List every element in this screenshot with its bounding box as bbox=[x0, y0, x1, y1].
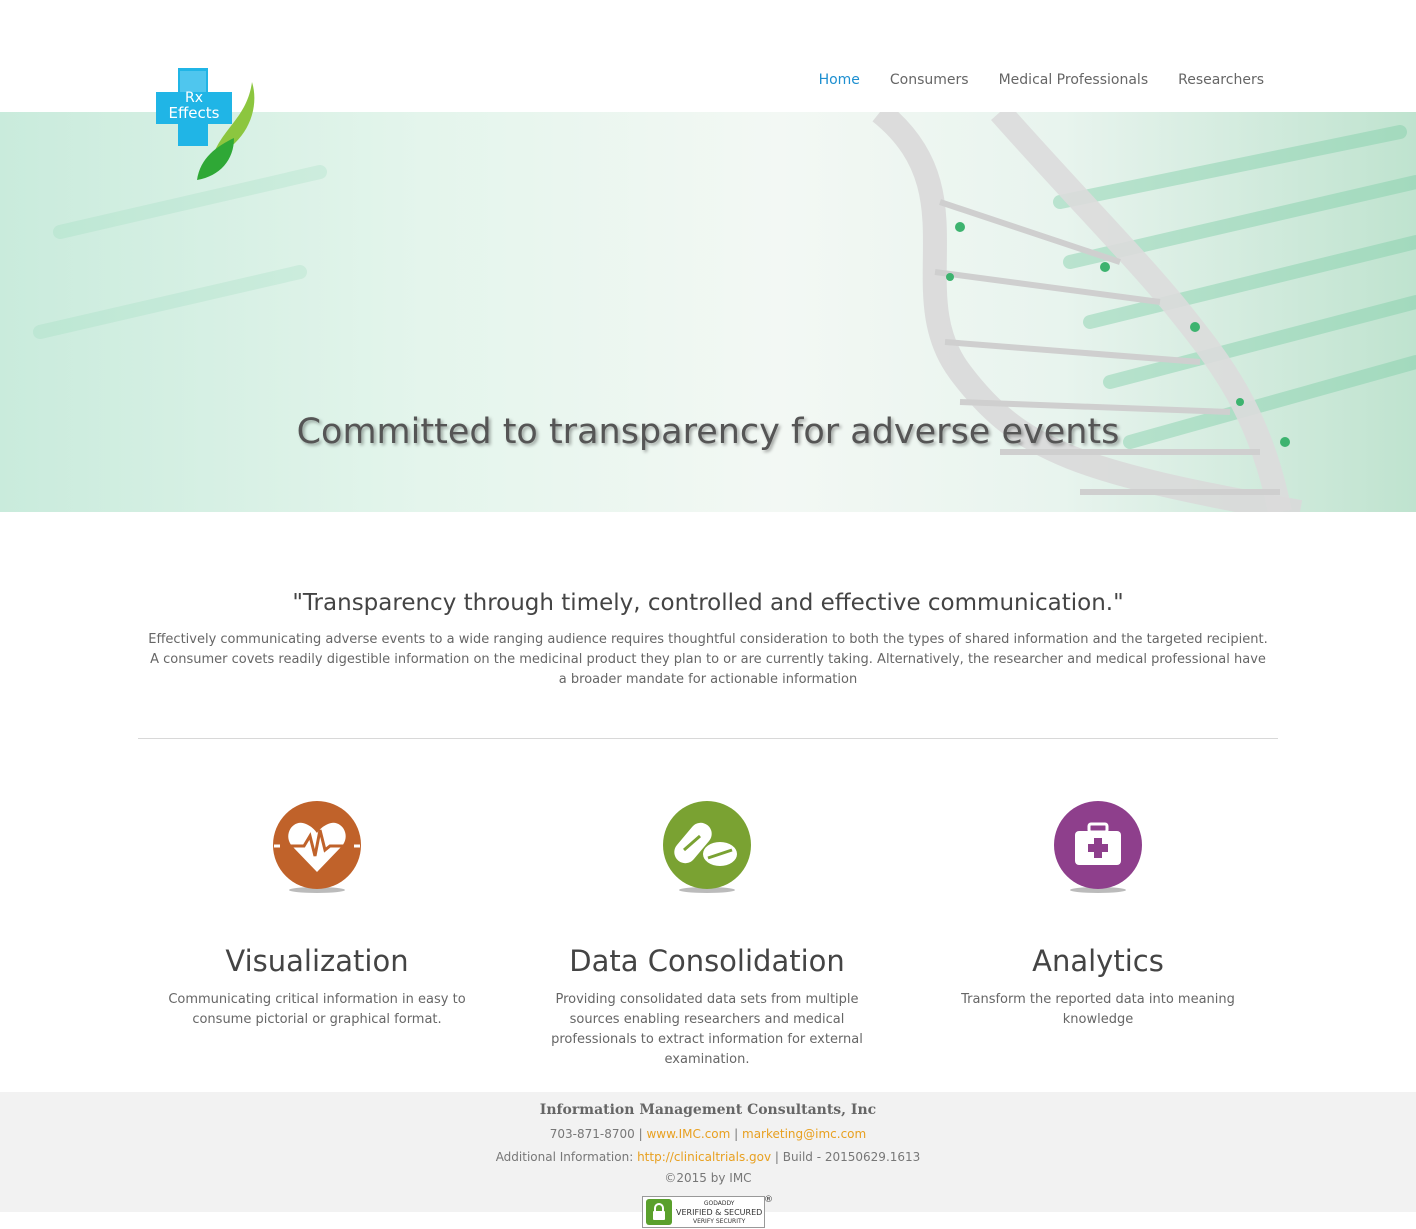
heart-pulse-icon bbox=[273, 801, 361, 893]
feature-analytics: Analytics Transform the reported data in… bbox=[903, 800, 1293, 1030]
footer-build: | Build - 20150629.1613 bbox=[771, 1150, 921, 1164]
lock-icon bbox=[646, 1199, 672, 1225]
intro-quote: "Transparency through timely, controlled… bbox=[292, 590, 1124, 616]
security-badge[interactable]: GODADDY VERIFIED & SECURED VERIFY SECURI… bbox=[642, 1195, 773, 1228]
pill-icon bbox=[663, 801, 751, 893]
nav-medical-professionals[interactable]: Medical Professionals bbox=[999, 72, 1149, 88]
section-divider bbox=[138, 738, 1278, 739]
footer-additional: Additional Information: http://clinicalt… bbox=[495, 1150, 921, 1164]
logo-text-effects: Effects bbox=[169, 104, 220, 122]
footer-email-link[interactable]: marketing@imc.com bbox=[742, 1127, 866, 1141]
nav-consumers[interactable]: Consumers bbox=[890, 72, 969, 88]
badge-registered: ® bbox=[764, 1195, 773, 1205]
footer-contact: 703-871-8700 | www.IMC.com | marketing@i… bbox=[549, 1127, 867, 1141]
feature-text: Transform the reported data into meaning… bbox=[961, 992, 1235, 1027]
feature-visualization: Visualization Communicating critical inf… bbox=[122, 800, 512, 1030]
badge-line3: VERIFY SECURITY bbox=[692, 1217, 746, 1225]
hero-title: Committed to transparency for adverse ev… bbox=[296, 412, 1120, 452]
feature-data-consolidation: Data Consolidation Providing consolidate… bbox=[512, 800, 902, 1070]
footer-phone: 703-871-8700 bbox=[549, 1127, 635, 1141]
feature-text: Providing consolidated data sets from mu… bbox=[551, 992, 863, 1067]
main-nav: Home Consumers Medical Professionals Res… bbox=[819, 72, 1264, 88]
feature-title: Analytics bbox=[1032, 944, 1164, 978]
footer: Information Management Consultants, Inc … bbox=[0, 1092, 1416, 1212]
feature-text: Communicating critical information in ea… bbox=[168, 992, 466, 1027]
footer-website-link[interactable]: www.IMC.com bbox=[646, 1127, 730, 1141]
badge-line1: GODADDY bbox=[703, 1199, 735, 1207]
nav-home[interactable]: Home bbox=[819, 72, 860, 88]
nav-researchers[interactable]: Researchers bbox=[1178, 72, 1264, 88]
feature-title: Visualization bbox=[225, 944, 409, 978]
rx-effects-logo[interactable]: Rx Effects bbox=[152, 68, 258, 182]
footer-company: Information Management Consultants, Inc bbox=[539, 1102, 877, 1118]
intro-text: Effectively communicating adverse events… bbox=[148, 632, 1268, 687]
footer-clinicaltrials-link[interactable]: http://clinicaltrials.gov bbox=[637, 1150, 771, 1164]
feature-title: Data Consolidation bbox=[569, 944, 845, 978]
footer-copyright: ©2015 by IMC bbox=[664, 1171, 752, 1185]
medical-bag-icon bbox=[1054, 801, 1142, 893]
badge-line2: VERIFIED & SECURED bbox=[676, 1207, 763, 1217]
